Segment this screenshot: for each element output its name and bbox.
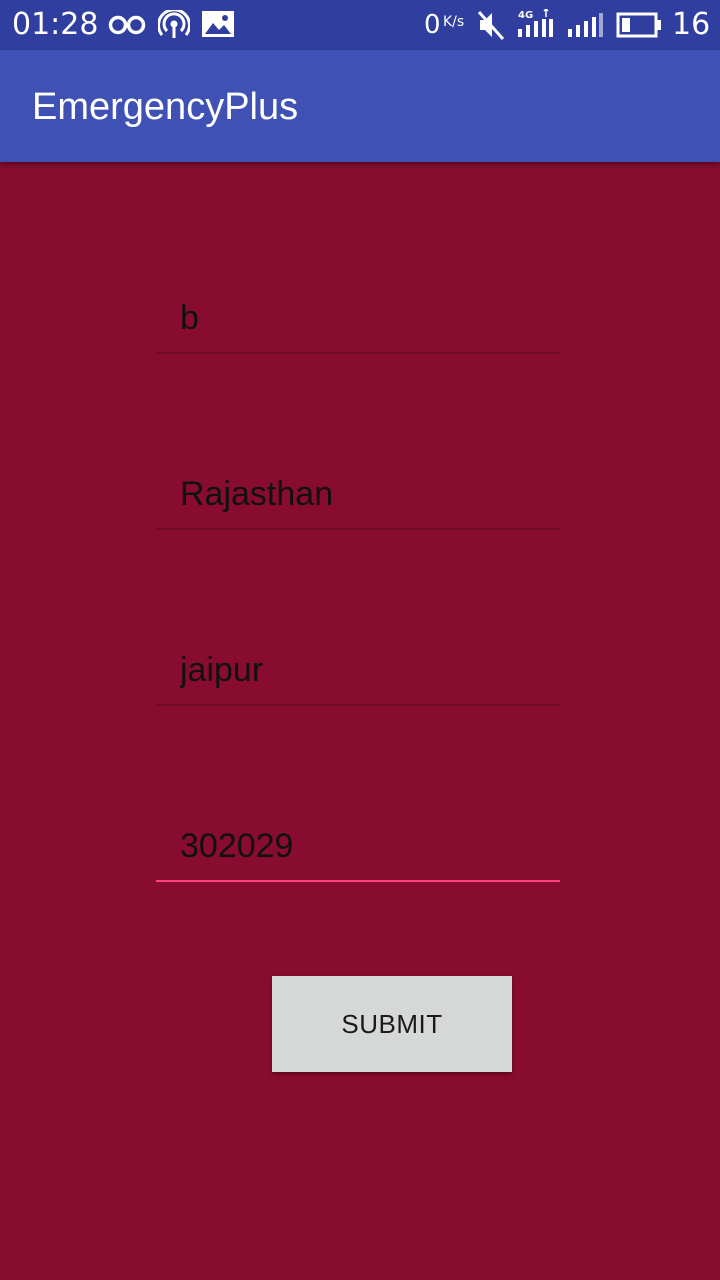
form-field-1 (156, 284, 560, 354)
status-bar: 01:28 0 K/s 4G 16 (0, 0, 720, 50)
pincode-input[interactable] (156, 812, 560, 880)
battery-level: 16 (672, 7, 711, 42)
image-icon (202, 11, 234, 41)
net-speed-unit: K/s (443, 14, 465, 30)
mute-icon (477, 10, 505, 44)
signal-4g-icon: 4G (516, 7, 554, 43)
input-underline (156, 528, 560, 530)
signal-icon (566, 11, 604, 43)
svg-text:4G: 4G (518, 10, 533, 21)
state-input[interactable] (156, 460, 560, 528)
form-field-state (156, 460, 560, 530)
input-underline-focused (156, 880, 560, 882)
app-bar: EmergencyPlus (0, 50, 720, 162)
submit-button[interactable]: SUBMIT (272, 976, 512, 1072)
form-field-pincode (156, 812, 560, 882)
battery-icon (616, 12, 662, 42)
form-field-city (156, 636, 560, 706)
app-title: EmergencyPlus (32, 86, 299, 128)
status-time: 01:28 (12, 7, 99, 42)
net-speed-value: 0 (424, 10, 441, 40)
voicemail-icon (108, 12, 146, 42)
city-input[interactable] (156, 636, 560, 704)
text-input-1[interactable] (156, 284, 560, 352)
input-underline (156, 352, 560, 354)
hotspot-icon (157, 8, 191, 44)
input-underline (156, 704, 560, 706)
